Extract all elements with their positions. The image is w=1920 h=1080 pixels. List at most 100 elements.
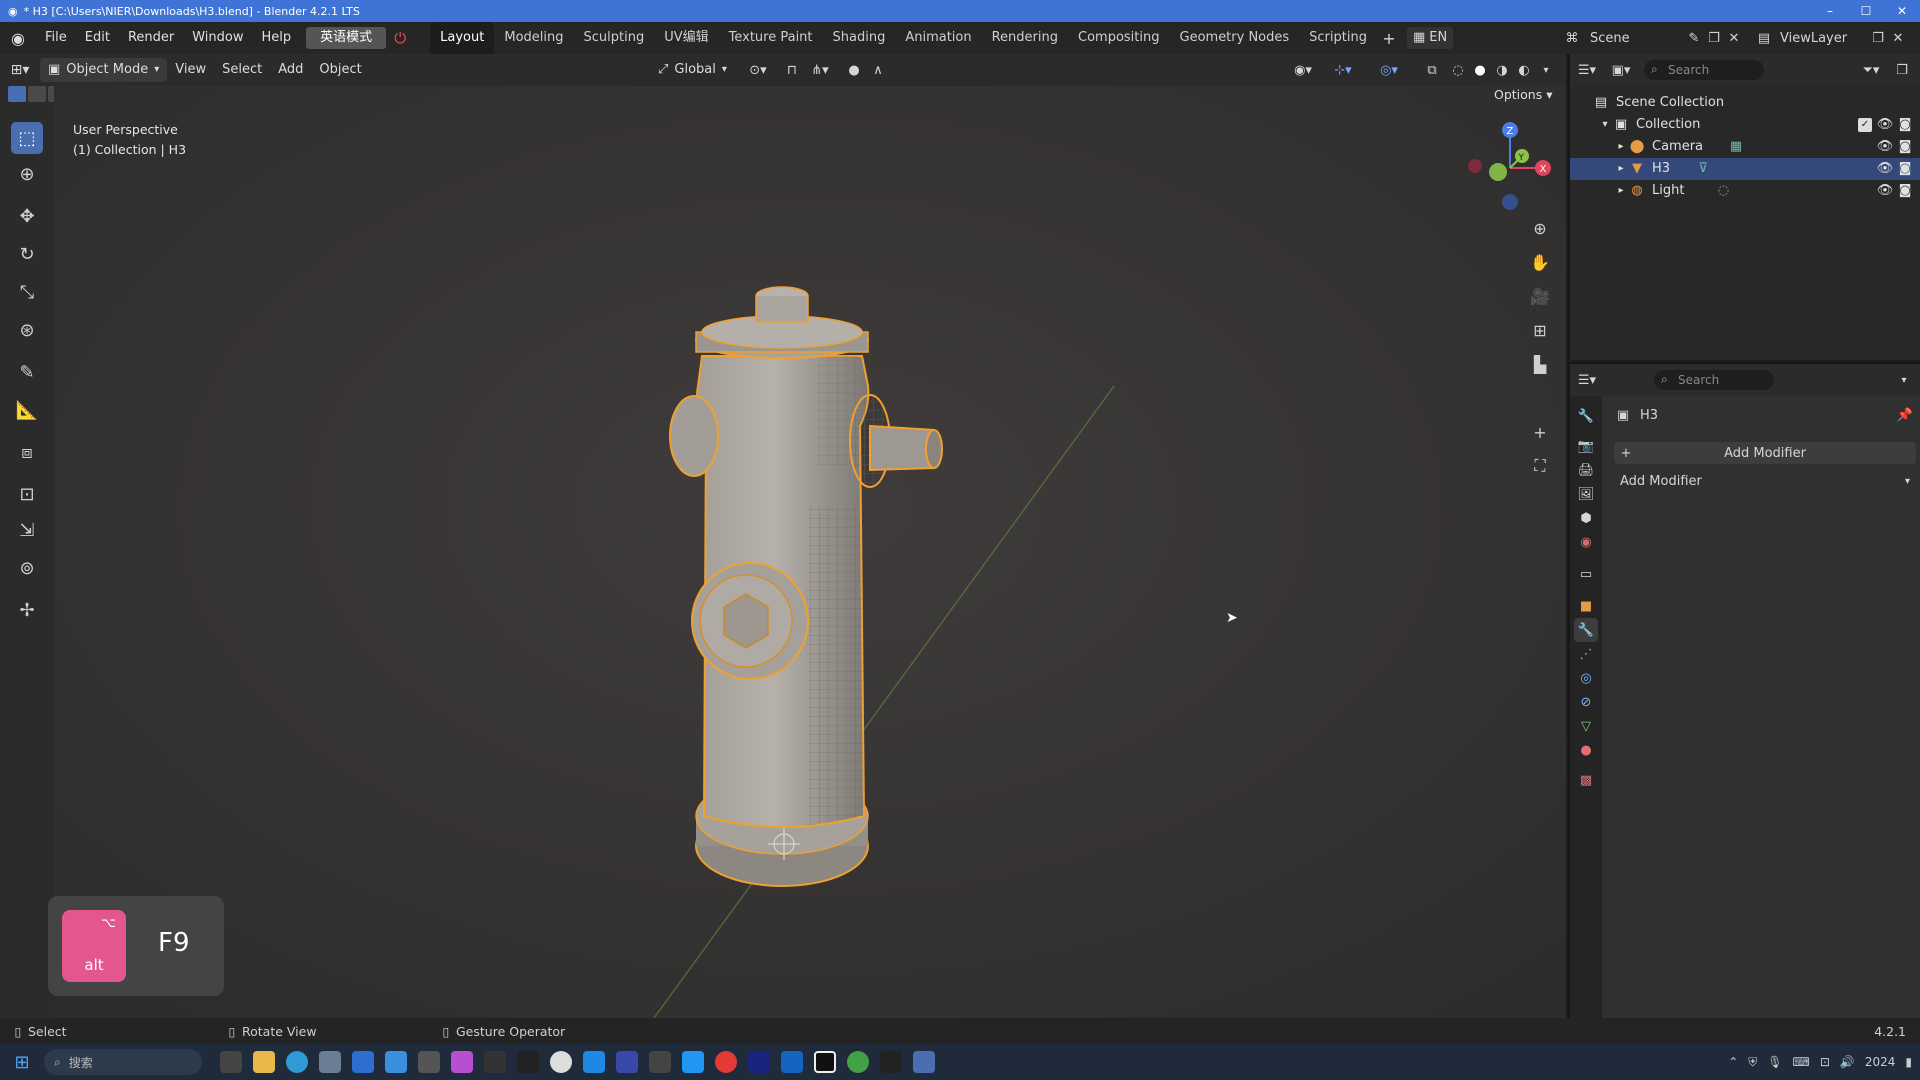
object-mode-dropdown[interactable]: ▣ Object Mode ▾ (40, 58, 168, 82)
app-icon-3[interactable] (385, 1051, 407, 1073)
app-icon-14[interactable] (748, 1051, 770, 1073)
minimize-button[interactable]: – (1812, 0, 1848, 22)
app-icon-2[interactable] (352, 1051, 374, 1073)
ortho-grid-icon[interactable]: ⊞ (1526, 316, 1554, 344)
tool-tab-icon[interactable]: 🔧 (1574, 404, 1598, 428)
menu-select[interactable]: Select (214, 58, 270, 82)
select-box-tool-icon[interactable]: ⬚ (11, 122, 43, 154)
terminal-icon[interactable] (880, 1051, 902, 1073)
shading-options-icon[interactable]: ▾ (1536, 65, 1556, 76)
render-camera-icon[interactable]: ◙ (1896, 158, 1914, 180)
select-new-icon[interactable] (8, 86, 26, 102)
delete-scene-icon[interactable]: ✕ (1724, 31, 1744, 46)
render-camera-icon[interactable]: ◙ (1896, 114, 1914, 136)
volume-icon[interactable]: 🔊 (1840, 1055, 1855, 1069)
scale-tool-icon[interactable]: ⤡ (11, 276, 43, 308)
wireframe-shading-icon[interactable]: ◌ (1448, 63, 1468, 78)
add-modifier-button[interactable]: + Add Modifier (1614, 442, 1916, 464)
solid-shading-icon[interactable]: ● (1470, 63, 1490, 78)
frame-selected-icon[interactable]: ⛶ (1526, 452, 1554, 480)
app-icon-11[interactable] (649, 1051, 671, 1073)
app-icon-5[interactable] (451, 1051, 473, 1073)
taskbar-search-input[interactable]: ⌕ 搜索 (44, 1049, 202, 1075)
tab-shading[interactable]: Shading (823, 22, 896, 54)
delete-viewlayer-icon[interactable]: ✕ (1888, 31, 1908, 46)
menu-help[interactable]: Help (253, 22, 301, 54)
app-icon-17[interactable] (847, 1051, 869, 1073)
outliner-editor-icon[interactable]: ☰▾ (1570, 63, 1604, 78)
checkbox-icon[interactable]: ✓ (1858, 118, 1872, 132)
pin-icon[interactable]: ✎ (1684, 31, 1704, 46)
chevron-right-icon[interactable]: ▸ (1614, 180, 1628, 202)
outliner-scene-collection[interactable]: ▤ Scene Collection (1570, 92, 1920, 114)
eye-icon[interactable]: 👁 (1876, 114, 1894, 136)
snap-tool-icon[interactable]: ⊚ (11, 552, 43, 584)
task-view-icon[interactable] (220, 1051, 242, 1073)
object-tab-icon[interactable]: ■ (1574, 594, 1598, 618)
app-icon-9[interactable] (583, 1051, 605, 1073)
mic-icon[interactable]: 🎙 (1767, 1055, 1782, 1069)
app-icon-6[interactable] (484, 1051, 506, 1073)
pivot-icon[interactable]: ⊙▾ (744, 63, 772, 78)
tab-scripting[interactable]: Scripting (1299, 22, 1377, 54)
view-layer-tab-icon[interactable]: 🖼 (1574, 482, 1598, 506)
chevron-right-icon[interactable]: ▸ (1614, 158, 1628, 180)
blender-menu-icon[interactable]: ◉ (0, 29, 36, 48)
eye-icon[interactable]: 👁 (1876, 136, 1894, 158)
collection-tab-icon[interactable]: ▭ (1574, 562, 1598, 586)
menu-edit[interactable]: Edit (76, 22, 119, 54)
tab-rendering[interactable]: Rendering (982, 22, 1068, 54)
mesh-data-icon[interactable]: ⊽ (1694, 158, 1712, 180)
tab-animation[interactable]: Animation (895, 22, 981, 54)
properties-editor-icon[interactable]: ☰▾ (1570, 373, 1604, 388)
data-tab-icon[interactable]: ▽ (1574, 714, 1598, 738)
particles-tab-icon[interactable]: ⋰ (1574, 642, 1598, 666)
constraints-tab-icon[interactable]: ⊘ (1574, 690, 1598, 714)
menu-add[interactable]: Add (270, 58, 311, 82)
annotate-tool-icon[interactable]: ✎ (11, 356, 43, 388)
windows-start-icon[interactable]: ⊞ (0, 1052, 44, 1073)
app-icon-13[interactable] (715, 1051, 737, 1073)
menu-render[interactable]: Render (119, 22, 183, 54)
new-scene-icon[interactable]: ❐ (1704, 31, 1724, 46)
falloff-icon[interactable]: ∧ (866, 63, 890, 78)
file-explorer-icon[interactable] (253, 1051, 275, 1073)
properties-search-input[interactable]: Search (1654, 369, 1774, 390)
xray-icon[interactable]: ⧉ (1420, 63, 1444, 78)
tab-texture-paint[interactable]: Texture Paint (719, 22, 823, 54)
zoom-icon[interactable]: ⊕ (1526, 214, 1554, 242)
app-icon-15[interactable] (781, 1051, 803, 1073)
collection-view-icon[interactable]: ▙ (1526, 350, 1554, 378)
material-tab-icon[interactable]: ● (1574, 738, 1598, 762)
menu-file[interactable]: File (36, 22, 76, 54)
keyboard-icon[interactable]: ⌨ (1793, 1055, 1810, 1069)
modifier-tab-icon[interactable]: 🔧 (1574, 618, 1598, 642)
extra-tool-icon[interactable]: ⊡ (11, 478, 43, 510)
camera-data-icon[interactable]: ▦ (1727, 136, 1745, 158)
outliner-collection[interactable]: ▾ ▣ Collection ✓ 👁 ◙ (1570, 114, 1920, 136)
edge-icon[interactable] (286, 1051, 308, 1073)
visibility-icon[interactable]: ◉▾ (1288, 63, 1318, 78)
measure-tool-icon[interactable]: 📐 (11, 394, 43, 426)
texture-tab-icon[interactable]: ▩ (1574, 768, 1598, 792)
new-viewlayer-icon[interactable]: ❐ (1868, 31, 1888, 46)
render-camera-icon[interactable]: ◙ (1896, 136, 1914, 158)
language-indicator[interactable]: ▦ EN (1406, 27, 1454, 49)
add-view-icon[interactable]: + (1526, 418, 1554, 446)
close-button[interactable]: ✕ (1884, 0, 1920, 22)
new-collection-icon[interactable]: ❐ (1890, 63, 1914, 78)
transform-tool-icon[interactable]: ⊛ (11, 314, 43, 346)
move-tool-icon[interactable]: ✥ (11, 200, 43, 232)
scene-selector[interactable]: ⌘ Scene ✎ ❐ ✕ (1560, 26, 1744, 50)
tab-compositing[interactable]: Compositing (1068, 22, 1170, 54)
editor-type-icon[interactable]: ⊞▾ (0, 62, 40, 78)
app-icon-16[interactable] (814, 1051, 836, 1073)
scene-tab-icon[interactable]: ⬢ (1574, 506, 1598, 530)
blender-taskbar-icon[interactable] (913, 1051, 935, 1073)
rendered-shading-icon[interactable]: ◐ (1514, 63, 1534, 78)
tab-modeling[interactable]: Modeling (494, 22, 573, 54)
tray-chevron-icon[interactable]: ⌃ (1728, 1055, 1738, 1069)
rotate-tool-icon[interactable]: ↻ (11, 238, 43, 270)
3d-viewport[interactable]: ➤ (54, 86, 1566, 1018)
eye-icon[interactable]: 👁 (1876, 158, 1894, 180)
